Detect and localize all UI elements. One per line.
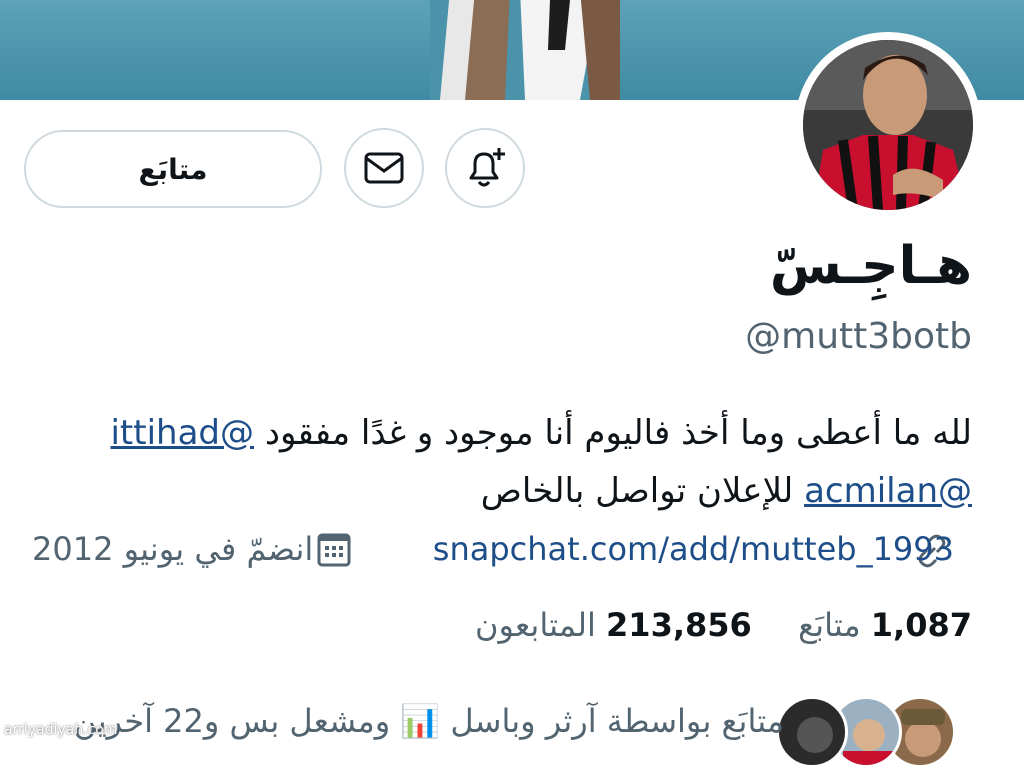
- mention-ittihad-link[interactable]: @ittihad: [110, 413, 254, 453]
- bio-text-1: لله ما أعطى وما أخذ فاليوم أنا موجود و غ…: [264, 413, 972, 453]
- following-button[interactable]: متابَع: [24, 130, 322, 208]
- watermark: arriyadiyah.com: [4, 722, 118, 738]
- follower-avatar[interactable]: [776, 696, 848, 768]
- following-button-label: متابَع: [138, 152, 208, 186]
- profile-avatar[interactable]: [795, 32, 981, 218]
- calendar-icon: [317, 533, 351, 567]
- following-stat[interactable]: 1,087 متابَع: [788, 606, 972, 644]
- profile-stats: 1,087 متابَع 213,856 المتابعون: [475, 606, 972, 644]
- bio-text-2: للإعلان تواصل بالخاص: [480, 471, 794, 511]
- join-date: انضمّ في يونيو 2012: [32, 530, 314, 568]
- followed-by-text[interactable]: متابَع بواسطة آرثر وباسل 📊 ومشعل بس و22 …: [73, 702, 784, 740]
- mail-icon: [364, 152, 404, 184]
- mention-acmilan-link[interactable]: @acmilan: [804, 471, 972, 511]
- following-label: متابَع: [798, 606, 861, 644]
- notifications-button[interactable]: [445, 128, 525, 208]
- message-button[interactable]: [344, 128, 424, 208]
- followers-label: المتابعون: [474, 606, 596, 644]
- bell-plus-icon: [469, 148, 505, 187]
- banner-player-image: [430, 0, 620, 100]
- followers-count: 213,856: [606, 606, 752, 644]
- avatar-photo: [803, 40, 973, 210]
- display-name: هـاجِـسّ: [769, 236, 972, 296]
- profile-bio: لله ما أعطى وما أخذ فاليوم أنا موجود و غ…: [32, 404, 972, 520]
- followers-stat[interactable]: 213,856 المتابعون: [475, 606, 752, 644]
- website-link[interactable]: snapchat.com/add/mutteb_1993: [433, 530, 954, 568]
- user-handle: @mutt3botb: [745, 316, 972, 357]
- following-count: 1,087: [870, 606, 972, 644]
